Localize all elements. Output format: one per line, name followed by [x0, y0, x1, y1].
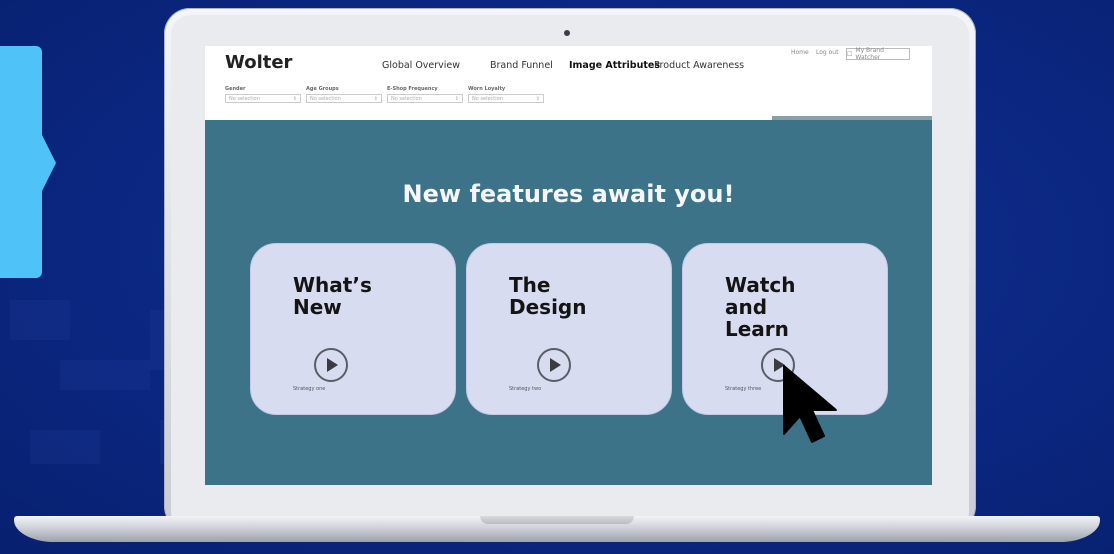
gender-select[interactable]: No selection ⇕	[225, 94, 301, 103]
card-caption: Strategy one	[293, 386, 326, 392]
age-groups-select[interactable]: No selection ⇕	[306, 94, 382, 103]
select-value: No selection	[310, 95, 341, 102]
laptop-notch	[480, 516, 634, 524]
select-arrow-icon: ⇕	[373, 95, 378, 102]
logout-link[interactable]: Log out	[816, 49, 838, 56]
nav-product-awareness[interactable]: Product Awareness	[654, 60, 744, 71]
app-header: Wolter Global Overview Brand Funnel Imag…	[205, 46, 932, 121]
select-value: No selection	[472, 95, 503, 102]
app-screen: Wolter Global Overview Brand Funnel Imag…	[205, 46, 932, 485]
card-whats-new[interactable]: What’s New Strategy one	[250, 243, 456, 415]
play-icon[interactable]	[537, 348, 571, 382]
card-the-design[interactable]: The Design Strategy two	[466, 243, 672, 415]
card-caption: Strategy three	[725, 386, 762, 392]
brand-watcher-label: My Brand Watcher	[855, 47, 884, 61]
eshop-frequency-select[interactable]: No selection ⇕	[387, 94, 463, 103]
nav-global-overview[interactable]: Global Overview	[382, 60, 460, 71]
user-icon: ☐	[847, 50, 853, 58]
filter-worn-loyalty: Worn Loyalty No selection ⇕	[468, 86, 544, 103]
select-value: No selection	[229, 95, 260, 102]
feature-overlay: New features await you! What’s New Strat…	[205, 120, 932, 485]
home-link[interactable]: Home	[791, 49, 809, 56]
select-value: No selection	[391, 95, 422, 102]
select-arrow-icon: ⇕	[535, 95, 540, 102]
filter-gender: Gender No selection ⇕	[225, 86, 301, 103]
card-title: Watch and Learn	[725, 273, 796, 341]
nav-image-attributes[interactable]: Image Attributes	[569, 60, 660, 71]
filter-eshop-frequency: E-Shop Frequency No selection ⇕	[387, 86, 463, 103]
filter-label: Gender	[225, 86, 246, 92]
card-title: The Design	[509, 273, 587, 319]
filter-label: Worn Loyalty	[468, 86, 506, 92]
filter-label: E-Shop Frequency	[387, 86, 438, 92]
chevron-right-icon	[42, 135, 56, 191]
brand-watcher-button[interactable]: ☐ My Brand Watcher	[846, 47, 910, 61]
app-logo: Wolter	[225, 52, 293, 73]
select-arrow-icon: ⇕	[292, 95, 297, 102]
select-arrow-icon: ⇕	[454, 95, 459, 102]
worn-loyalty-select[interactable]: No selection ⇕	[468, 94, 544, 103]
filter-age-groups: Age Groups No selection ⇕	[306, 86, 382, 103]
camera-icon	[564, 30, 570, 36]
card-caption: Strategy two	[509, 386, 542, 392]
play-icon[interactable]	[314, 348, 348, 382]
cursor-icon	[783, 365, 837, 443]
side-tab[interactable]	[0, 46, 42, 278]
overlay-headline: New features await you!	[402, 180, 735, 208]
filter-label: Age Groups	[306, 86, 339, 92]
nav-brand-funnel[interactable]: Brand Funnel	[490, 60, 553, 71]
card-title: What’s New	[293, 273, 372, 319]
